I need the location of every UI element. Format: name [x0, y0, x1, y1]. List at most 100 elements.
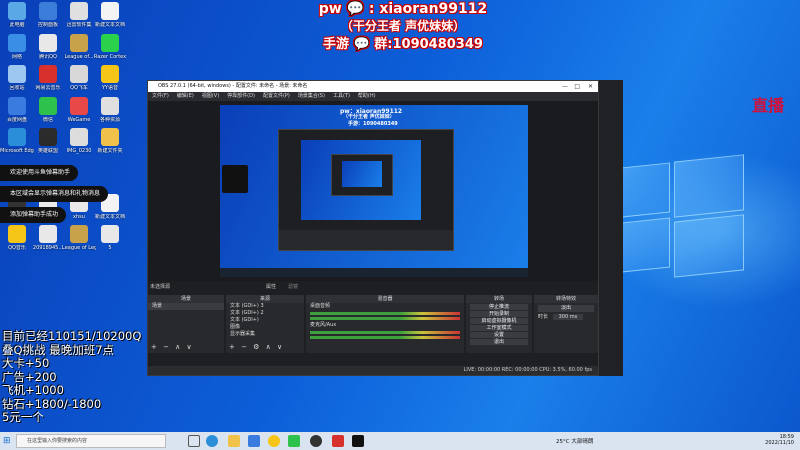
desktop-icon-label: YY语音	[101, 85, 119, 91]
desktop-icon[interactable]: 各种资源	[93, 96, 127, 123]
desktop-icon-label: 新建文本文档	[94, 213, 125, 220]
desktop-icon[interactable]: 微信	[31, 96, 65, 123]
obs-window[interactable]: OBS 27.0.1 (64-bit, windows) - 配置文件: 未命名…	[147, 80, 599, 376]
source-item[interactable]: 显示器采集	[226, 331, 304, 338]
menu-docks[interactable]: 停靠部件(D)	[227, 92, 255, 101]
desktop-icon-image	[39, 33, 57, 52]
desktop-icon[interactable]: League of Legends	[62, 225, 96, 251]
menu-view[interactable]: 视图(V)	[202, 92, 219, 101]
scene-item[interactable]: 场景	[148, 303, 224, 310]
obs-preview-canvas[interactable]: pw：xiaoran99112 （干分王者 声优妹妹） 手游：109048034…	[220, 105, 528, 277]
desktop-icon[interactable]: Razer Cortex	[93, 33, 127, 60]
desktop-icon-label: League of...	[64, 53, 94, 60]
no-source-label: 未选择源	[150, 284, 171, 290]
desktop-icon-image	[39, 65, 57, 83]
menu-tools[interactable]: 工具(T)	[333, 92, 350, 101]
desktop-icon[interactable]: 网易云音乐	[31, 65, 65, 91]
maximize-icon[interactable]: □	[574, 81, 580, 92]
desktop-icon[interactable]: 网络	[0, 33, 34, 60]
wechat-icon[interactable]	[288, 435, 300, 447]
desktop-icon[interactable]: Microsoft Edge	[0, 128, 34, 154]
live-label: 直播	[752, 96, 785, 115]
task-view-icon[interactable]	[188, 435, 200, 447]
desktop-icon-image	[70, 225, 88, 243]
desktop-icon[interactable]: 百度网盘	[0, 96, 34, 123]
desktop-icon[interactable]: 5	[93, 225, 127, 251]
menu-profile[interactable]: 配置文件(P)	[263, 92, 290, 101]
desktop-icon[interactable]: 腾讯QQ	[31, 33, 65, 60]
desktop-icon-label: 网络	[11, 53, 22, 60]
weather-widget[interactable]: 25°C 大部晴朗	[556, 437, 593, 445]
desktop-icon[interactable]: 20918945...	[31, 225, 65, 251]
desktop-icon[interactable]: YY语音	[93, 65, 127, 91]
virtual-camera-button[interactable]: 启动虚拟摄像机	[470, 318, 528, 324]
edge-icon[interactable]	[206, 435, 218, 447]
overlay-group-line: 手游 💬 群:1090480349	[323, 37, 483, 52]
clock-date: 2022/11/10	[765, 440, 794, 446]
filters-button[interactable]: 滤镜	[288, 283, 298, 290]
file-explorer-icon[interactable]	[228, 435, 240, 447]
desktop-icon-label: 各种资源	[99, 116, 120, 123]
menu-file[interactable]: 文件(F)	[152, 92, 169, 101]
mixer-dock: 混音器 桌面音频 麦克风/Aux	[306, 295, 464, 353]
sources-dock-title: 来源	[226, 295, 304, 303]
obs-icon[interactable]	[310, 435, 322, 447]
mixer-channel-label: 桌面音频	[310, 303, 331, 309]
obs-docks: 场景 场景 + − ∧ ∨ 来源 文本 (GDI+) 3 文本 (GDI+) 2…	[148, 295, 598, 353]
audio-meter	[310, 317, 460, 320]
desktop-icon[interactable]: IMG_0230	[62, 128, 96, 154]
menu-help[interactable]: 帮助(H)	[358, 92, 376, 101]
obs-titlebar[interactable]: OBS 27.0.1 (64-bit, windows) - 配置文件: 未命名…	[148, 81, 598, 92]
studio-mode-button[interactable]: 工作室模式	[470, 325, 528, 331]
desktop-icon[interactable]: 英雄联盟	[31, 128, 65, 154]
transition-select[interactable]: 淡出	[538, 305, 594, 312]
menu-scene-collection[interactable]: 场景集合(S)	[298, 92, 325, 101]
desktop-icon[interactable]: 回收站	[0, 65, 34, 91]
desktop-icon[interactable]: 新建文本文档	[93, 2, 127, 28]
preview-taskbar	[220, 268, 528, 277]
desktop-icon[interactable]: QQ音乐	[0, 225, 34, 251]
app-icon[interactable]	[352, 435, 364, 447]
obs-preview-area[interactable]: pw：xiaoran99112 （干分王者 声优妹妹） 手游：109048034…	[148, 101, 598, 281]
taskbar-search-input[interactable]: 在这里输入你要搜索的内容	[16, 434, 166, 448]
source-item[interactable]: 文本 (GDI+) 3	[226, 303, 304, 310]
desktop-icon-image	[70, 2, 88, 20]
app-icon[interactable]	[332, 435, 344, 447]
stats-line: 叠Q挑战 最晚加班7点	[2, 342, 115, 357]
system-clock[interactable]: 18:59 2022/11/10	[765, 434, 794, 446]
desktop-icon[interactable]: League of...	[62, 33, 96, 60]
desktop-icon[interactable]: 迅雷软件集	[62, 2, 96, 28]
menu-edit[interactable]: 编辑(E)	[177, 92, 194, 101]
desktop-icon[interactable]: 此电脑	[0, 2, 34, 28]
store-icon[interactable]	[248, 435, 260, 447]
desktop-icon[interactable]: QQ飞车	[62, 65, 96, 91]
nested-obs-canvas	[301, 140, 421, 220]
source-item[interactable]: 文本 (GDI+)	[226, 317, 304, 324]
props-button[interactable]: 属性	[266, 283, 276, 290]
desktop-icon-label: 新建文件夹	[97, 148, 123, 154]
desktop-icon[interactable]: WeGame	[62, 96, 96, 123]
scene-controls[interactable]: + − ∧ ∨	[151, 343, 194, 351]
duration-input[interactable]: 300 ms	[552, 314, 584, 320]
qq-music-icon[interactable]	[268, 435, 280, 447]
obs-menubar: 文件(F) 编辑(E) 视图(V) 停靠部件(D) 配置文件(P) 场景集合(S…	[148, 92, 598, 101]
desktop-icon-label: xhsu	[73, 213, 85, 220]
minimize-icon[interactable]: —	[562, 81, 568, 92]
transitions-dock-title: 转场特效	[534, 295, 598, 303]
scenes-dock: 场景 场景 + − ∧ ∨	[148, 295, 224, 353]
start-icon[interactable]: ⊞	[3, 436, 11, 446]
desktop-icon[interactable]: 控制面板	[31, 2, 65, 28]
desktop-icon-label: 腾讯QQ	[39, 53, 57, 60]
stop-stream-button[interactable]: 停止推流	[470, 304, 528, 310]
desktop-icon[interactable]: 新建文件夹	[93, 128, 127, 154]
exit-button[interactable]: 退出	[470, 339, 528, 345]
desktop-icon-image	[8, 225, 26, 243]
start-recording-button[interactable]: 开始录制	[470, 311, 528, 317]
close-icon[interactable]: ✕	[588, 81, 593, 92]
settings-button[interactable]: 设置	[470, 332, 528, 338]
source-controls[interactable]: + − ⚙ ∧ ∨	[229, 343, 284, 351]
source-item[interactable]: 图像	[226, 324, 304, 331]
stream-stats-overlay: 目前已经110151/10200Q 叠Q挑战 最晚加班7点 大卡+50 广告+2…	[2, 329, 141, 425]
controls-dock: 转场 停止推流 开始录制 启动虚拟摄像机 工作室模式 设置 退出	[466, 295, 532, 353]
source-item[interactable]: 文本 (GDI+) 2	[226, 310, 304, 317]
